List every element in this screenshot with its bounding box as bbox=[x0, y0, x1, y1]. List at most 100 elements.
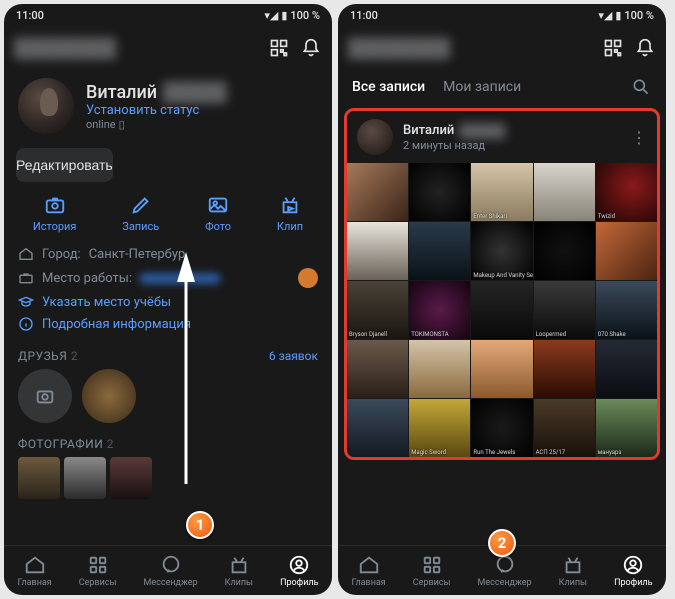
graduation-icon bbox=[18, 294, 34, 310]
briefcase-icon bbox=[18, 270, 34, 286]
nav-home-label: Главная bbox=[352, 578, 386, 588]
profile-header: Виталий █████ Установить статус online ▯ bbox=[4, 70, 332, 138]
work-badge-icon bbox=[298, 268, 318, 288]
grid-photo[interactable]: Run The Jewels bbox=[471, 399, 532, 457]
action-story-label: История bbox=[33, 220, 77, 233]
post-author-last-blurred: █████ bbox=[459, 123, 505, 139]
battery-pct: 100 % bbox=[624, 9, 654, 22]
bell-icon[interactable] bbox=[634, 37, 656, 59]
pencil-icon bbox=[130, 194, 152, 216]
photo-thumb[interactable] bbox=[18, 457, 60, 499]
grid-photo[interactable] bbox=[409, 222, 470, 280]
info-details[interactable]: Подробная информация bbox=[4, 313, 332, 335]
nav-clips-label: Клипы bbox=[559, 578, 587, 588]
grid-photo[interactable]: АСП 25/17 bbox=[534, 399, 595, 457]
tab-my-posts[interactable]: Мои записи bbox=[443, 79, 521, 95]
post-more-icon[interactable]: ⋮ bbox=[631, 128, 647, 147]
nav-services[interactable]: Сервисы bbox=[79, 554, 117, 588]
grid-photo[interactable] bbox=[347, 399, 408, 457]
nav-clips[interactable]: Клипы bbox=[559, 554, 587, 588]
action-photo-label: Фото bbox=[205, 220, 231, 233]
home-nav-icon bbox=[358, 554, 380, 576]
edit-profile-button[interactable]: Редактировать bbox=[16, 148, 113, 182]
grid-photo[interactable] bbox=[347, 340, 408, 398]
messenger-icon bbox=[494, 554, 516, 576]
profile-name: Виталий █████ bbox=[86, 82, 227, 103]
photo-caption: TOKIMONSTA bbox=[411, 331, 449, 338]
nav-messenger[interactable]: Мессенджер bbox=[144, 554, 198, 588]
topbar-title-blurred: ████████ bbox=[14, 38, 258, 59]
nav-profile-label: Профиль bbox=[280, 578, 318, 588]
post-highlight-frame: Виталий █████ 2 минуты назад ⋮ Enter Shi… bbox=[344, 108, 660, 460]
photo-thumb[interactable] bbox=[110, 457, 152, 499]
action-post[interactable]: Запись bbox=[122, 194, 159, 233]
grid-photo[interactable] bbox=[471, 340, 532, 398]
nav-profile[interactable]: Профиль bbox=[280, 554, 318, 588]
messenger-icon bbox=[160, 554, 182, 576]
nav-profile[interactable]: Профиль bbox=[614, 554, 652, 588]
friend-2[interactable] bbox=[82, 369, 136, 423]
grid-photo[interactable] bbox=[596, 222, 657, 280]
bell-icon[interactable] bbox=[300, 37, 322, 59]
topbar-title-blurred: ████████ bbox=[348, 38, 592, 59]
feed-tabs: Все записи Мои записи bbox=[338, 70, 666, 108]
clips-nav-icon bbox=[562, 554, 584, 576]
info-education[interactable]: Указать место учёбы bbox=[4, 291, 332, 313]
grid-photo[interactable] bbox=[347, 163, 408, 221]
nav-clips[interactable]: Клипы bbox=[225, 554, 253, 588]
qr-icon[interactable] bbox=[268, 37, 290, 59]
grid-photo[interactable] bbox=[409, 163, 470, 221]
photo-caption: АСП 25/17 bbox=[536, 449, 566, 456]
info-icon bbox=[18, 316, 34, 332]
action-clip[interactable]: Клип bbox=[277, 194, 303, 233]
grid-photo[interactable]: Loopermed bbox=[534, 281, 595, 339]
grid-photo[interactable] bbox=[347, 222, 408, 280]
photo-caption: Run The Jewels bbox=[473, 449, 515, 456]
wifi-icon: ▾◢ bbox=[598, 9, 612, 22]
profile-scroll[interactable]: Виталий █████ Установить статус online ▯… bbox=[4, 70, 332, 545]
post-avatar[interactable] bbox=[357, 119, 393, 155]
nav-services[interactable]: Сервисы bbox=[413, 554, 451, 588]
picture-icon bbox=[207, 194, 229, 216]
grid-photo[interactable]: Makeup And Vanity Set bbox=[471, 222, 532, 280]
feed-scroll[interactable]: Виталий █████ 2 минуты назад ⋮ Enter Shi… bbox=[338, 108, 666, 545]
qr-icon[interactable] bbox=[602, 37, 624, 59]
tab-all-posts[interactable]: Все записи bbox=[352, 79, 425, 95]
action-post-label: Запись bbox=[122, 220, 159, 233]
grid-photo[interactable]: Enter Shikari bbox=[471, 163, 532, 221]
grid-photo[interactable]: мануарз bbox=[596, 399, 657, 457]
status-bar: 11:00 ▾◢ ▮ 100 % bbox=[4, 4, 332, 26]
grid-photo[interactable] bbox=[534, 340, 595, 398]
work-value-blurred bbox=[140, 273, 220, 284]
grid-photo[interactable]: TOKIMONSTA bbox=[409, 281, 470, 339]
grid-photo[interactable] bbox=[534, 222, 595, 280]
nav-profile-label: Профиль bbox=[614, 578, 652, 588]
home-icon bbox=[18, 246, 34, 262]
status-icons: ▾◢ ▮ 100 % bbox=[264, 9, 320, 22]
grid-photo[interactable] bbox=[596, 340, 657, 398]
photo-thumb[interactable] bbox=[64, 457, 106, 499]
search-icon[interactable] bbox=[630, 76, 652, 98]
set-status-link[interactable]: Установить статус bbox=[86, 103, 227, 118]
grid-photo[interactable]: Twizid bbox=[596, 163, 657, 221]
nav-home[interactable]: Главная bbox=[18, 554, 52, 588]
action-story[interactable]: История bbox=[33, 194, 77, 233]
grid-photo[interactable]: 070 Shake bbox=[596, 281, 657, 339]
friend-requests-link[interactable]: 6 заявок bbox=[269, 349, 318, 363]
grid-photo[interactable] bbox=[471, 281, 532, 339]
nav-messenger[interactable]: Мессенджер bbox=[478, 554, 532, 588]
photo-caption: Makeup And Vanity Set bbox=[473, 272, 532, 279]
grid-photo[interactable] bbox=[409, 340, 470, 398]
action-photo[interactable]: Фото bbox=[205, 194, 231, 233]
grid-photo[interactable]: Bryson Djanell bbox=[347, 281, 408, 339]
clip-icon bbox=[279, 194, 301, 216]
camera-icon bbox=[44, 194, 66, 216]
grid-photo[interactable]: Magic Sword bbox=[409, 399, 470, 457]
avatar[interactable] bbox=[18, 78, 74, 134]
friend-1[interactable] bbox=[18, 369, 72, 423]
grid-photo[interactable] bbox=[534, 163, 595, 221]
nav-home[interactable]: Главная bbox=[352, 554, 386, 588]
online-text: online bbox=[86, 118, 116, 131]
friends-title: ДРУЗЬЯ 2 bbox=[18, 349, 78, 363]
post-author[interactable]: Виталий █████ bbox=[403, 123, 505, 139]
